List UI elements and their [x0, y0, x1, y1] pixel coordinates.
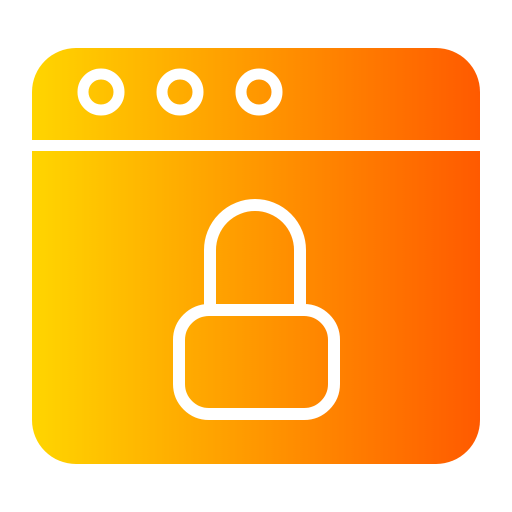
- secure-browser-lock-icon: [32, 48, 480, 464]
- title-bar-divider: [32, 140, 480, 151]
- icon-canvas: [0, 0, 512, 512]
